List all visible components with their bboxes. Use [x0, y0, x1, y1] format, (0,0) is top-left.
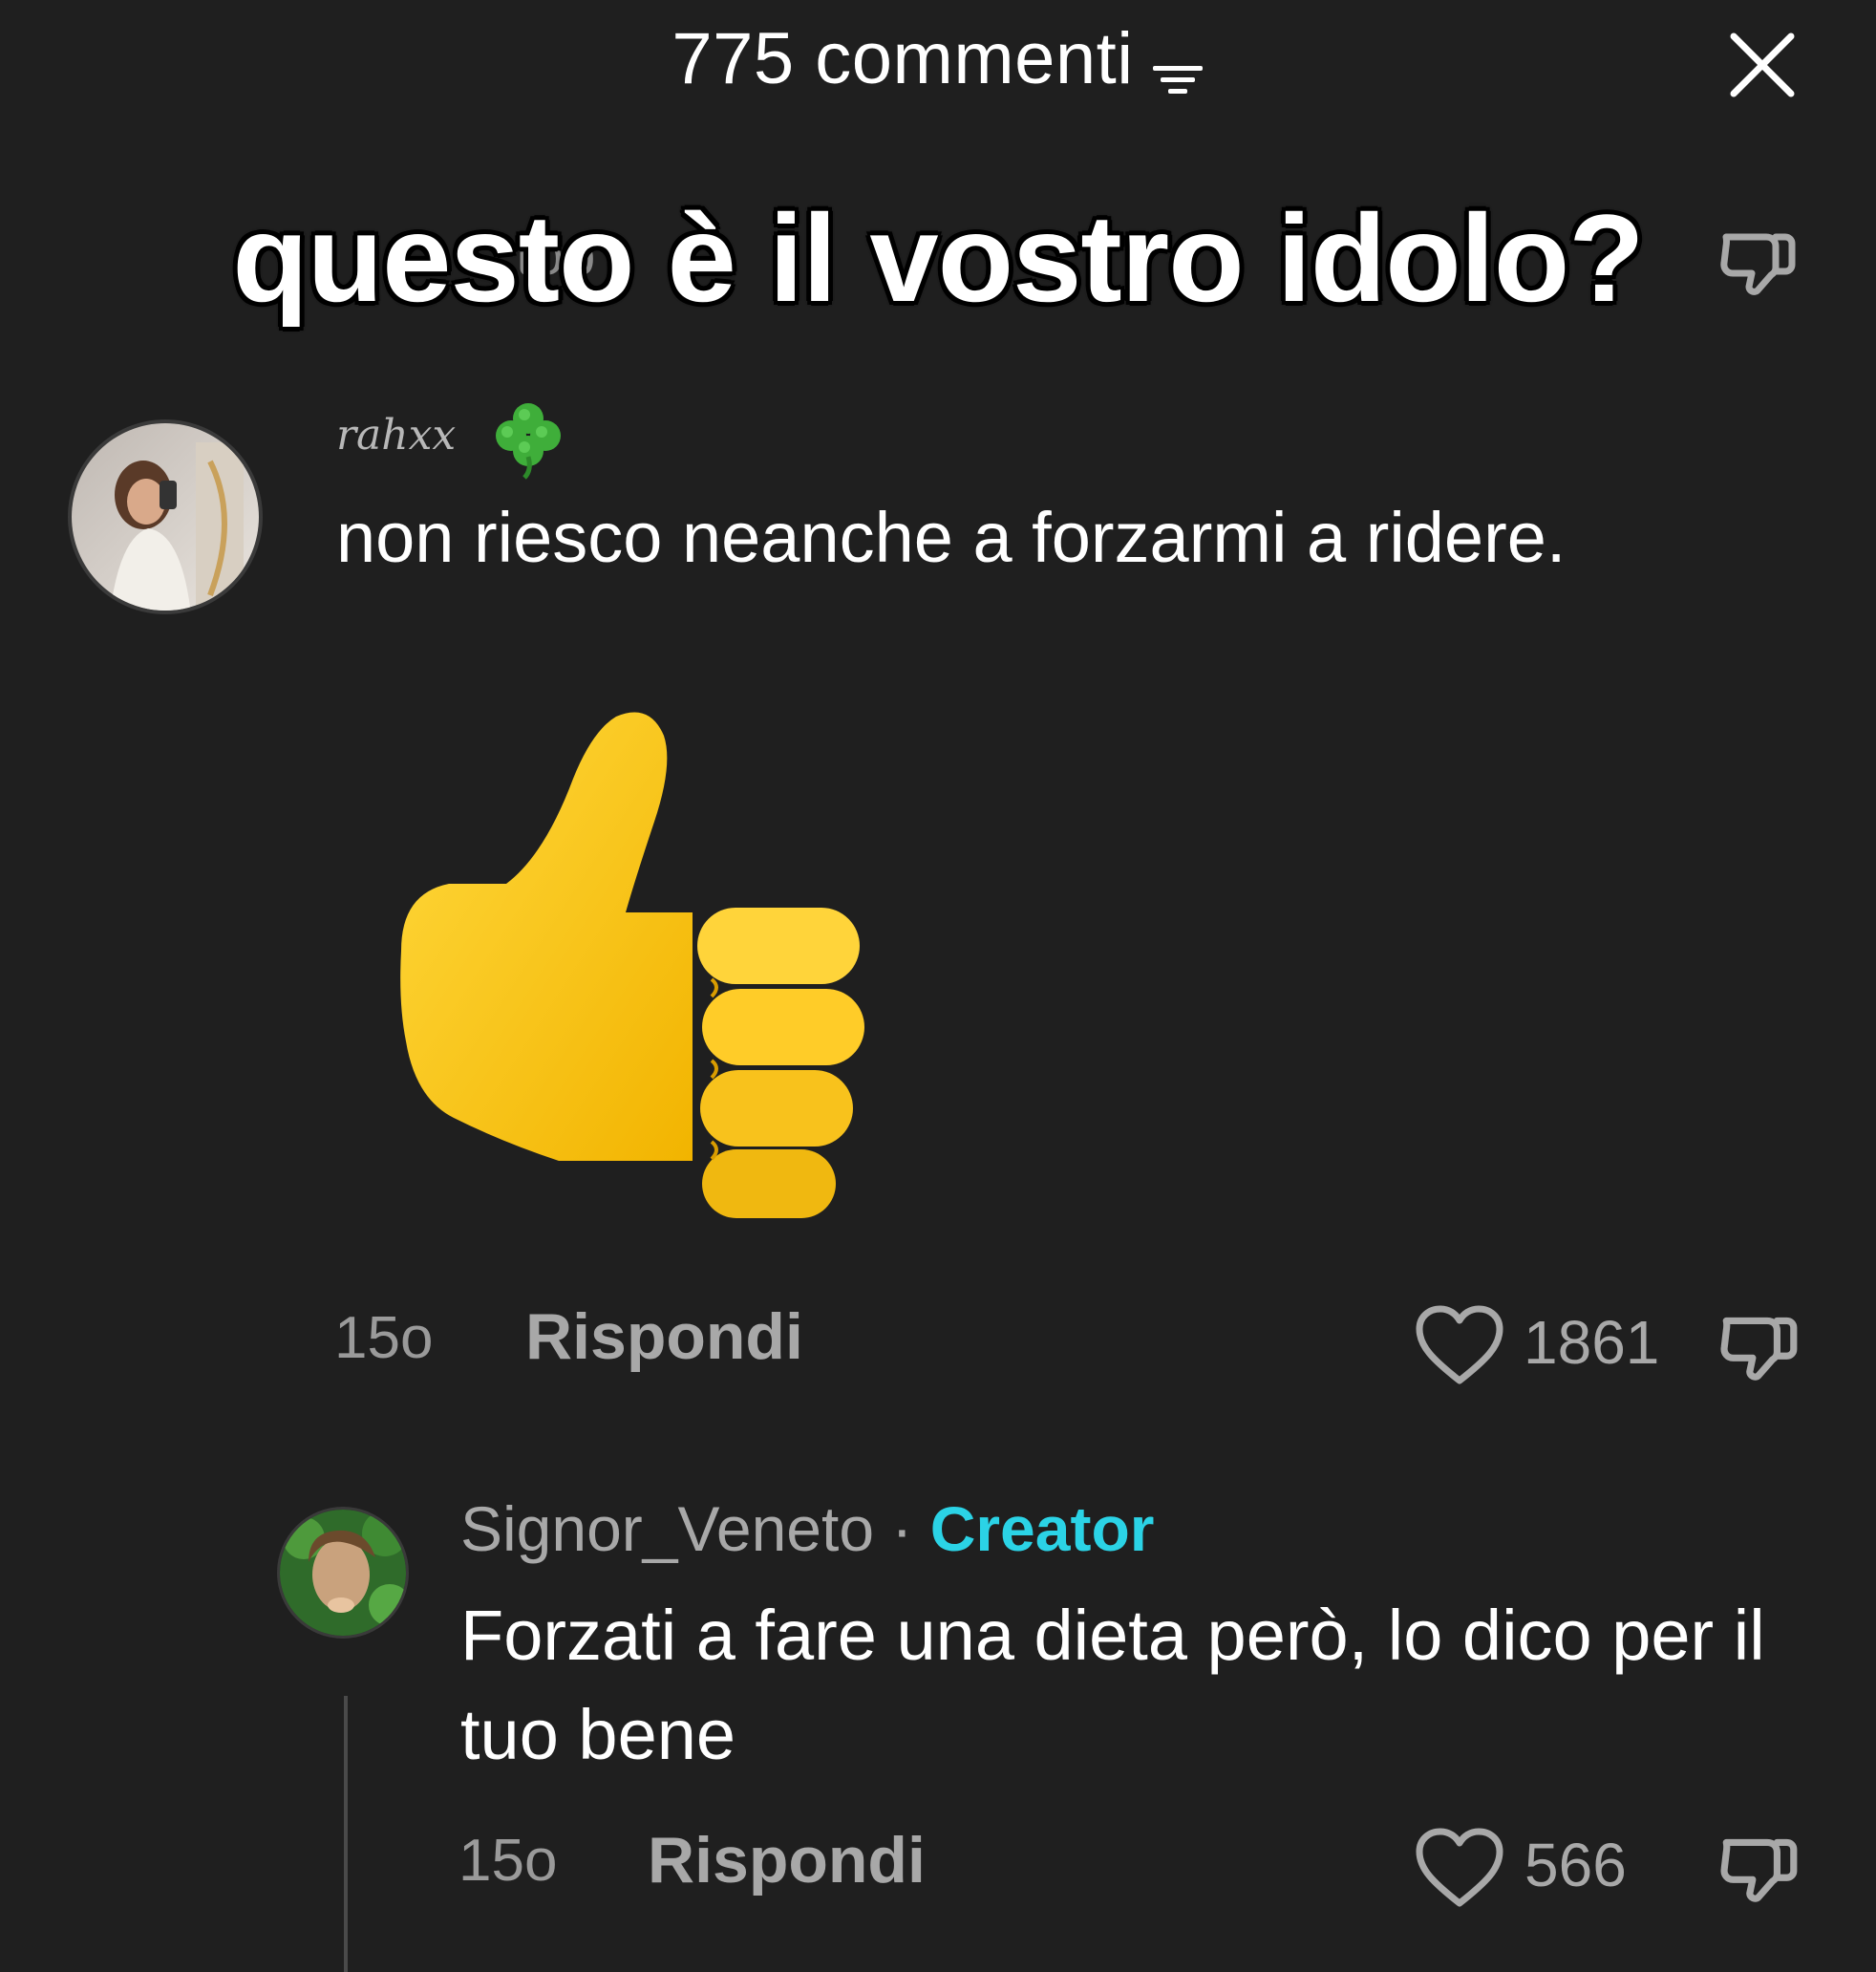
comment-time: 15o — [334, 1305, 434, 1371]
close-icon[interactable] — [1724, 27, 1801, 103]
filter-icon[interactable] — [1151, 36, 1204, 94]
comment-text: non riesco neanche a forzarmi a ridere. — [336, 498, 1567, 577]
like-count: 566 — [1524, 1831, 1627, 1899]
heart-icon[interactable] — [1414, 1304, 1505, 1386]
like-count: 1861 — [1524, 1308, 1660, 1377]
video-caption-overlay: questo è il vostro idolo? — [232, 188, 1644, 328]
separator-dot: · — [891, 1493, 913, 1564]
comment-username[interactable]: Signor_Veneto — [460, 1493, 874, 1564]
comments-count-title: 775 commenti — [672, 18, 1134, 99]
clover-icon — [492, 399, 565, 480]
avatar[interactable] — [72, 423, 259, 611]
comment-time: 15o — [458, 1828, 558, 1894]
dislike-icon[interactable] — [1715, 218, 1801, 304]
comment-username[interactable]: rahxx — [336, 411, 456, 460]
dislike-icon[interactable] — [1715, 1301, 1802, 1389]
comments-header: 775 commenti — [0, 17, 1876, 100]
reply-header: Signor_Veneto · Creator — [460, 1492, 1154, 1565]
reply-button[interactable]: Rispondi — [648, 1823, 926, 1897]
heart-icon[interactable] — [1414, 1827, 1505, 1909]
thumbs-up-emoji — [382, 693, 917, 1228]
avatar[interactable] — [280, 1510, 406, 1636]
reply-button[interactable]: Rispondi — [525, 1299, 803, 1374]
creator-badge: Creator — [929, 1493, 1155, 1564]
comment-text: Forzati a fare una dieta però, lo dico p… — [460, 1596, 1765, 1774]
reply-thread-line — [344, 1696, 348, 1972]
dislike-icon[interactable] — [1715, 1823, 1802, 1911]
